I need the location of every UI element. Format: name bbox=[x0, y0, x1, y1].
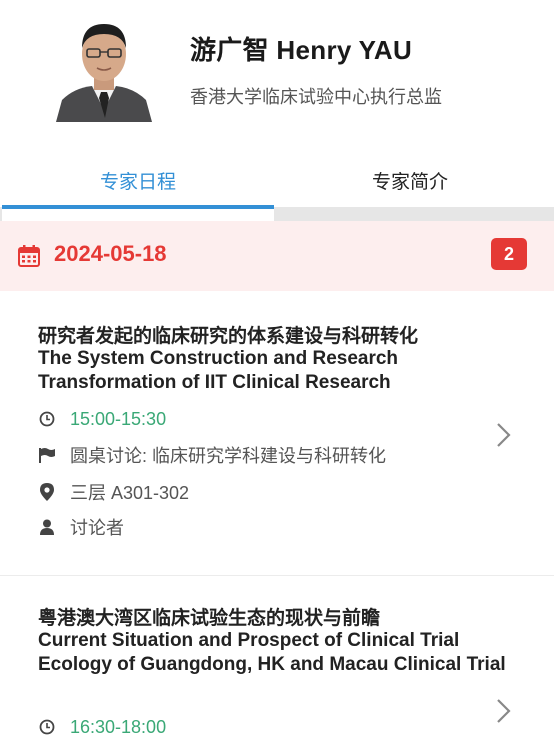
session-time: 15:00-15:30 bbox=[38, 407, 166, 431]
profile-header: 游广智 Henry YAU 香港大学临床试验中心执行总监 bbox=[0, 0, 554, 150]
calendar-icon bbox=[18, 245, 40, 267]
flag-icon bbox=[38, 446, 56, 464]
tab-bar: 专家日程 专家简介 bbox=[0, 150, 554, 210]
session-role-text: 讨论者 bbox=[70, 518, 124, 538]
tab-active-indicator bbox=[2, 205, 274, 209]
session-card[interactable]: 粤港澳大湾区临床试验生态的现状与前瞻 Current Situation and… bbox=[0, 577, 554, 740]
avatar bbox=[52, 14, 156, 122]
session-location-text: 三层 A301-302 bbox=[70, 483, 190, 503]
session-title-cn: 粤港澳大湾区临床试验生态的现状与前瞻 bbox=[38, 608, 381, 629]
clock-icon bbox=[38, 410, 56, 428]
date-header: 2024-05-18 2 bbox=[0, 221, 554, 291]
clock-icon bbox=[38, 718, 56, 736]
map-marker-icon bbox=[38, 483, 56, 501]
schedule-date: 2024-05-18 bbox=[54, 241, 167, 266]
session-title-cn: 研究者发起的临床研究的体系建设与科研转化 bbox=[38, 326, 419, 347]
session-time-text: 16:30-18:00 bbox=[70, 716, 167, 737]
session-title-en: The System Construction and Research Tra… bbox=[38, 348, 399, 393]
expert-name: 游广智 Henry YAU bbox=[190, 35, 413, 65]
session-title-en: Current Situation and Prospect of Clinic… bbox=[38, 630, 506, 675]
chevron-right-icon[interactable] bbox=[492, 420, 514, 450]
tab-profile[interactable]: 专家简介 bbox=[274, 150, 546, 210]
session-count-badge: 2 bbox=[491, 238, 527, 270]
session-forum: 圆桌讨论: 临床研究学科建设与科研转化 bbox=[38, 443, 386, 467]
tab-schedule[interactable]: 专家日程 bbox=[2, 150, 274, 210]
user-icon bbox=[38, 518, 56, 536]
session-time-text: 15:00-15:30 bbox=[70, 408, 167, 429]
session-time: 16:30-18:00 bbox=[38, 715, 166, 739]
session-card[interactable]: 研究者发起的临床研究的体系建设与科研转化 The System Construc… bbox=[0, 291, 554, 576]
expert-title: 香港大学临床试验中心执行总监 bbox=[190, 87, 442, 107]
session-location: 三层 A301-302 bbox=[38, 480, 189, 504]
session-role: 讨论者 bbox=[38, 515, 124, 539]
chevron-right-icon[interactable] bbox=[492, 696, 514, 726]
tab-divider bbox=[274, 207, 554, 221]
session-forum-text: 圆桌讨论: 临床研究学科建设与科研转化 bbox=[70, 446, 387, 466]
tab-divider-left bbox=[0, 207, 2, 221]
